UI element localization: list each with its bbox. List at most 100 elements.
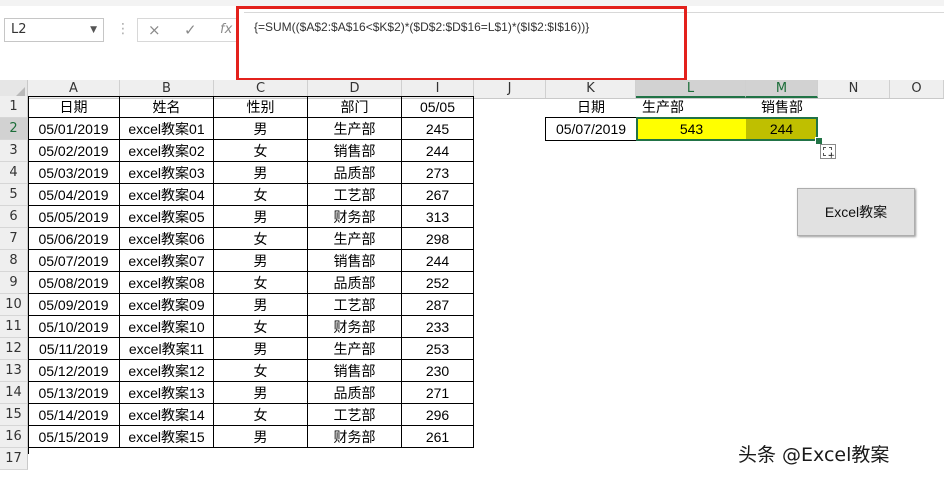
table-cell-value[interactable]: 244 <box>402 140 474 162</box>
table-cell-date[interactable]: 05/15/2019 <box>28 426 120 448</box>
table-cell-name[interactable]: excel教案08 <box>120 272 214 294</box>
table-cell-date[interactable]: 05/09/2019 <box>28 294 120 316</box>
table-cell-date[interactable]: 05/05/2019 <box>28 206 120 228</box>
excel-tutorial-button[interactable]: Excel教案 <box>797 188 915 236</box>
row-header-15[interactable]: 15 <box>0 404 28 426</box>
summary-sales-cell[interactable]: 244 <box>746 118 817 140</box>
header-cell-gender[interactable]: 性别 <box>214 96 308 118</box>
header-cell-date[interactable]: 日期 <box>28 96 120 118</box>
table-cell-date[interactable]: 05/11/2019 <box>28 338 120 360</box>
row-header-8[interactable]: 8 <box>0 250 28 272</box>
table-cell-name[interactable]: excel教案13 <box>120 382 214 404</box>
table-cell-name[interactable]: excel教案07 <box>120 250 214 272</box>
table-cell-value[interactable]: 287 <box>402 294 474 316</box>
row-header-16[interactable]: 16 <box>0 426 28 448</box>
table-cell-value[interactable]: 230 <box>402 360 474 382</box>
table-cell-department[interactable]: 生产部 <box>308 338 402 360</box>
table-cell-value[interactable]: 298 <box>402 228 474 250</box>
row-header-2[interactable]: 2 <box>0 118 28 140</box>
table-cell-gender[interactable]: 男 <box>214 382 308 404</box>
insert-function-icon[interactable]: fx <box>220 22 232 37</box>
table-cell-date[interactable]: 05/13/2019 <box>28 382 120 404</box>
row-header-4[interactable]: 4 <box>0 162 28 184</box>
row-header-6[interactable]: 6 <box>0 206 28 228</box>
summary-sales-header[interactable]: 销售部 <box>746 96 818 118</box>
table-cell-name[interactable]: excel教案11 <box>120 338 214 360</box>
table-cell-department[interactable]: 工艺部 <box>308 404 402 426</box>
table-cell-department[interactable]: 财务部 <box>308 426 402 448</box>
row-header-17[interactable]: 17 <box>0 448 28 470</box>
table-cell-gender[interactable]: 男 <box>214 162 308 184</box>
table-cell-department[interactable]: 财务部 <box>308 206 402 228</box>
table-cell-gender[interactable]: 男 <box>214 338 308 360</box>
table-cell-gender[interactable]: 女 <box>214 184 308 206</box>
table-cell-date[interactable]: 05/03/2019 <box>28 162 120 184</box>
chevron-down-icon[interactable]: ▼ <box>90 19 97 41</box>
table-cell-gender[interactable]: 女 <box>214 404 308 426</box>
table-cell-value[interactable]: 267 <box>402 184 474 206</box>
column-header-O[interactable]: O <box>890 80 944 98</box>
table-cell-name[interactable]: excel教案02 <box>120 140 214 162</box>
drag-handle-icon[interactable]: ⋮ <box>116 22 130 36</box>
row-header-13[interactable]: 13 <box>0 360 28 382</box>
summary-production-header[interactable]: 生产部 <box>636 96 690 118</box>
table-cell-value[interactable]: 253 <box>402 338 474 360</box>
table-cell-value[interactable]: 252 <box>402 272 474 294</box>
table-cell-gender[interactable]: 男 <box>214 206 308 228</box>
enter-icon[interactable]: ✓ <box>184 21 197 39</box>
table-cell-department[interactable]: 生产部 <box>308 228 402 250</box>
row-header-7[interactable]: 7 <box>0 228 28 250</box>
summary-production-cell[interactable]: 543 <box>637 118 746 140</box>
table-cell-name[interactable]: excel教案05 <box>120 206 214 228</box>
table-cell-department[interactable]: 工艺部 <box>308 294 402 316</box>
table-cell-name[interactable]: excel教案06 <box>120 228 214 250</box>
row-header-11[interactable]: 11 <box>0 316 28 338</box>
table-cell-date[interactable]: 05/08/2019 <box>28 272 120 294</box>
table-cell-value[interactable]: 261 <box>402 426 474 448</box>
row-header-10[interactable]: 10 <box>0 294 28 316</box>
table-cell-department[interactable]: 工艺部 <box>308 184 402 206</box>
table-cell-gender[interactable]: 女 <box>214 272 308 294</box>
table-cell-department[interactable]: 财务部 <box>308 316 402 338</box>
table-cell-value[interactable]: 296 <box>402 404 474 426</box>
table-cell-name[interactable]: excel教案01 <box>120 118 214 140</box>
quick-analysis-icon[interactable] <box>820 144 836 161</box>
summary-date-cell[interactable]: 05/07/2019 <box>545 117 637 141</box>
table-cell-gender[interactable]: 女 <box>214 140 308 162</box>
table-cell-department[interactable]: 销售部 <box>308 360 402 382</box>
header-cell-value[interactable]: 05/05 <box>402 96 474 118</box>
cancel-icon[interactable]: × <box>148 21 161 39</box>
table-cell-name[interactable]: excel教案03 <box>120 162 214 184</box>
table-cell-name[interactable]: excel教案14 <box>120 404 214 426</box>
table-cell-gender[interactable]: 女 <box>214 316 308 338</box>
table-cell-date[interactable]: 05/10/2019 <box>28 316 120 338</box>
table-cell-department[interactable]: 品质部 <box>308 162 402 184</box>
table-cell-name[interactable]: excel教案15 <box>120 426 214 448</box>
table-cell-value[interactable]: 313 <box>402 206 474 228</box>
summary-date-header[interactable]: 日期 <box>546 96 636 118</box>
table-cell-name[interactable]: excel教案09 <box>120 294 214 316</box>
table-cell-gender[interactable]: 女 <box>214 360 308 382</box>
table-cell-date[interactable]: 05/07/2019 <box>28 250 120 272</box>
row-header-14[interactable]: 14 <box>0 382 28 404</box>
table-cell-gender[interactable]: 男 <box>214 426 308 448</box>
table-cell-date[interactable]: 05/14/2019 <box>28 404 120 426</box>
table-cell-value[interactable]: 244 <box>402 250 474 272</box>
row-header-3[interactable]: 3 <box>0 140 28 162</box>
table-cell-date[interactable]: 05/04/2019 <box>28 184 120 206</box>
table-cell-name[interactable]: excel教案12 <box>120 360 214 382</box>
header-cell-department[interactable]: 部门 <box>308 96 402 118</box>
table-cell-department[interactable]: 销售部 <box>308 250 402 272</box>
row-header-9[interactable]: 9 <box>0 272 28 294</box>
table-cell-department[interactable]: 销售部 <box>308 140 402 162</box>
table-cell-gender[interactable]: 男 <box>214 294 308 316</box>
table-cell-value[interactable]: 271 <box>402 382 474 404</box>
table-cell-name[interactable]: excel教案10 <box>120 316 214 338</box>
name-box[interactable]: L2 ▼ <box>4 18 104 42</box>
column-header-J[interactable]: J <box>474 80 546 98</box>
table-cell-date[interactable]: 05/12/2019 <box>28 360 120 382</box>
formula-input[interactable]: {=SUM(($A$2:$A$16<$K$2)*($D$2:$D$16=L$1)… <box>244 12 944 62</box>
table-cell-gender[interactable]: 男 <box>214 250 308 272</box>
table-cell-gender[interactable]: 女 <box>214 228 308 250</box>
table-cell-date[interactable]: 05/02/2019 <box>28 140 120 162</box>
